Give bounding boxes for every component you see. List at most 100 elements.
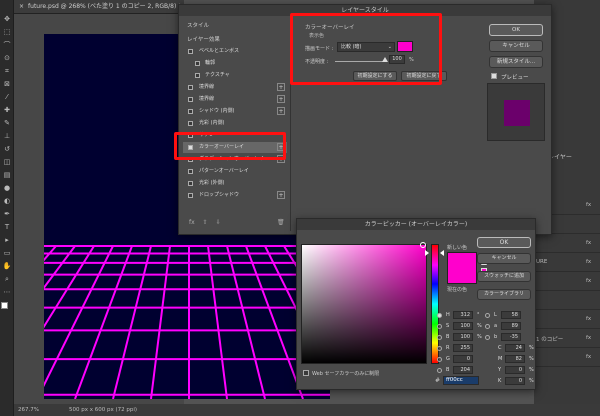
picker-cancel-button[interactable]: キャンセル	[477, 253, 531, 264]
field-input[interactable]: 100	[453, 322, 473, 330]
document-tab[interactable]: × future.psd @ 268% (べた塗り 1 のコピー 2, RGB/8…	[14, 0, 184, 14]
preview-checkbox[interactable]	[491, 73, 497, 79]
move-tool-icon[interactable]: ✥	[2, 14, 12, 24]
style-checkbox[interactable]	[188, 109, 193, 114]
style-checkbox[interactable]	[188, 169, 193, 174]
style-checkbox[interactable]	[188, 85, 193, 90]
add-effect-icon[interactable]: +	[277, 191, 285, 199]
field-input[interactable]: 0	[453, 355, 473, 363]
fx-icon[interactable]: fx	[586, 240, 591, 246]
websafe-checkbox[interactable]	[303, 370, 309, 376]
style-item[interactable]: 境界線 +	[183, 82, 287, 93]
style-item[interactable]: シャドウ (内側) +	[183, 106, 287, 117]
style-checkbox[interactable]	[188, 181, 193, 186]
style-checkbox[interactable]	[188, 97, 193, 102]
style-item[interactable]: ドロップシャドウ +	[183, 190, 287, 201]
current-color-swatch[interactable]	[447, 268, 477, 284]
blur-tool-icon[interactable]: ●	[2, 183, 12, 193]
fx-icon[interactable]: fx	[586, 354, 591, 360]
field-input[interactable]: 255	[453, 344, 473, 352]
add-to-swatches-button[interactable]: スウォッチに追加	[477, 271, 531, 282]
marquee-tool-icon[interactable]: ⬚	[2, 27, 12, 37]
trash-icon[interactable]: 🗑	[277, 219, 285, 226]
field-input[interactable]: 312	[453, 311, 473, 319]
field-input[interactable]: 82	[505, 355, 525, 363]
style-item[interactable]: 輪郭	[183, 58, 287, 69]
fx-icon[interactable]: fx	[586, 316, 591, 322]
history-brush-tool-icon[interactable]: ↺	[2, 144, 12, 154]
move-up-icon[interactable]: ⇧	[203, 219, 208, 226]
color-libraries-button[interactable]: カラーライブラリ	[477, 289, 531, 300]
layer-row[interactable]: fx	[534, 234, 600, 253]
style-header[interactable]: スタイル	[187, 21, 209, 29]
fx-icon[interactable]: fx	[189, 219, 195, 226]
fx-icon[interactable]: fx	[586, 202, 591, 208]
stamp-tool-icon[interactable]: ⊥	[2, 131, 12, 141]
field-input[interactable]: 24	[505, 344, 525, 352]
style-item[interactable]: 光彩 (内側)	[183, 118, 287, 129]
lasso-tool-icon[interactable]: ⌒	[2, 40, 12, 50]
color-mode-radio[interactable]	[437, 324, 442, 329]
color-field-cursor[interactable]	[420, 242, 426, 248]
frame-tool-icon[interactable]: ⊠	[2, 79, 12, 89]
style-item[interactable]: パターンオーバーレイ	[183, 166, 287, 177]
ok-button[interactable]: OK	[489, 24, 543, 36]
layer-row[interactable]: URE fx	[534, 253, 600, 272]
blend-options-item[interactable]: レイヤー効果	[187, 35, 220, 43]
type-tool-icon[interactable]: T	[2, 222, 12, 232]
style-item[interactable]: テクスチャ	[183, 70, 287, 81]
style-checkbox[interactable]	[188, 121, 193, 126]
field-input[interactable]: 0	[505, 366, 525, 374]
add-effect-icon[interactable]: +	[277, 107, 285, 115]
color-mode-radio[interactable]	[437, 335, 442, 340]
hand-tool-icon[interactable]: ✋	[2, 261, 12, 271]
style-checkbox[interactable]	[188, 49, 193, 54]
field-input[interactable]: 0	[505, 377, 525, 385]
crop-tool-icon[interactable]: ⌗	[2, 66, 12, 76]
eyedropper-tool-icon[interactable]: ⁄	[2, 92, 12, 102]
move-down-icon[interactable]: ⇩	[216, 219, 221, 226]
close-icon[interactable]: ×	[19, 3, 24, 10]
add-effect-icon[interactable]: +	[277, 83, 285, 91]
layer-row[interactable]: fx	[534, 310, 600, 329]
hue-slider-right-arrow-icon[interactable]	[440, 250, 444, 256]
field-input[interactable]: 100	[453, 333, 473, 341]
hue-slider-left-arrow-icon[interactable]	[425, 250, 429, 256]
fx-icon[interactable]: fx	[586, 335, 591, 341]
style-item[interactable]: 光彩 (外側)	[183, 178, 287, 189]
color-mode-radio[interactable]	[437, 346, 442, 351]
field-input[interactable]: -35	[501, 333, 521, 341]
style-checkbox[interactable]	[195, 73, 200, 78]
color-mode-radio[interactable]	[485, 313, 490, 318]
zoom-level[interactable]: 267.7%	[18, 407, 39, 413]
field-input[interactable]: 89	[501, 322, 521, 330]
healing-tool-icon[interactable]: ✚	[2, 105, 12, 115]
style-checkbox[interactable]	[195, 61, 200, 66]
layer-row[interactable]: fx	[534, 272, 600, 291]
zoom-tool-icon[interactable]: ⌕	[2, 274, 12, 284]
foreground-color-swatch[interactable]	[1, 302, 8, 309]
rectangle-tool-icon[interactable]: ▭	[2, 248, 12, 258]
fx-icon[interactable]: fx	[586, 259, 591, 265]
gradient-tool-icon[interactable]: ▤	[2, 170, 12, 180]
path-select-tool-icon[interactable]: ▸	[2, 235, 12, 245]
color-mode-radio[interactable]	[437, 357, 442, 362]
quick-select-tool-icon[interactable]: ⊙	[2, 53, 12, 63]
style-item[interactable]: ベベルとエンボス	[183, 46, 287, 57]
layer-row[interactable]	[534, 291, 600, 310]
layer-row[interactable]: fx	[534, 348, 600, 367]
new-style-button[interactable]: 新規スタイル...	[489, 56, 543, 68]
color-mode-radio[interactable]	[485, 335, 490, 340]
style-item[interactable]: 境界線 +	[183, 94, 287, 105]
cancel-button[interactable]: キャンセル	[489, 40, 543, 52]
pen-tool-icon[interactable]: ✒	[2, 209, 12, 219]
fx-icon[interactable]: fx	[586, 278, 591, 284]
eraser-tool-icon[interactable]: ◫	[2, 157, 12, 167]
dodge-tool-icon[interactable]: ◐	[2, 196, 12, 206]
add-effect-icon[interactable]: +	[277, 95, 285, 103]
field-input[interactable]: 58	[501, 311, 521, 319]
color-mode-radio[interactable]	[485, 324, 490, 329]
color-mode-radio[interactable]	[437, 313, 442, 318]
brush-tool-icon[interactable]: ✎	[2, 118, 12, 128]
field-input[interactable]: 204	[453, 366, 473, 374]
